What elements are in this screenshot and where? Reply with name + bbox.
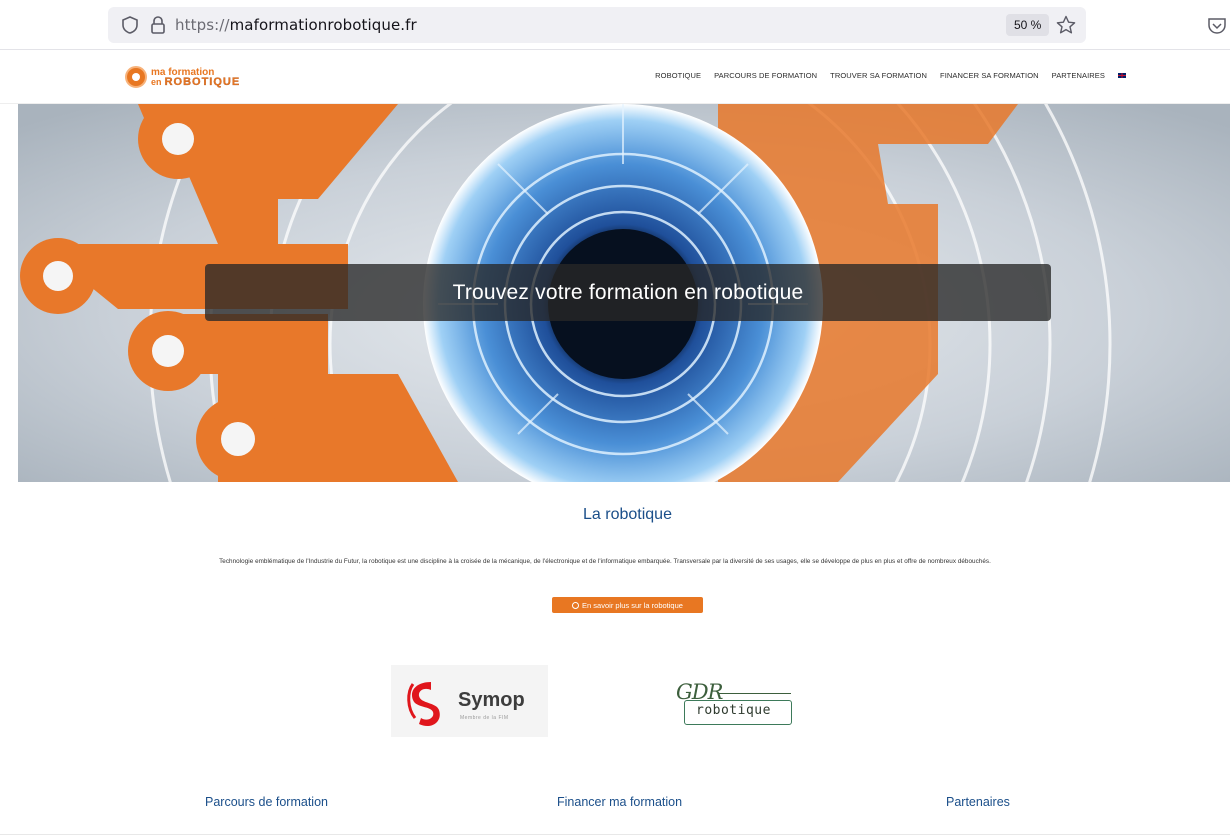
url-protocol: https:// — [175, 16, 230, 34]
gdr-robotique-logo[interactable]: GDR robotique — [676, 680, 794, 728]
section-title: La robotique — [583, 506, 672, 523]
site-logo[interactable]: ma formation en ROBOTIQUE — [125, 66, 240, 88]
nav-item-parcours[interactable]: PARCOURS DE FORMATION — [714, 71, 817, 80]
nav-item-partenaires[interactable]: PARTENAIRES — [1052, 71, 1105, 80]
learn-more-button[interactable]: En savoir plus sur la robotique — [552, 597, 703, 613]
main-nav: ROBOTIQUE PARCOURS DE FORMATION TROUVER … — [655, 71, 1126, 80]
footer-link-parcours[interactable]: Parcours de formation — [205, 795, 328, 809]
footer-link-partenaires[interactable]: Partenaires — [946, 795, 1010, 809]
browser-toolbar: https://maformationrobotique.fr 50 % — [0, 0, 1230, 50]
symop-subtitle: Membre de la FIM — [460, 715, 509, 721]
learn-more-label: En savoir plus sur la robotique — [582, 600, 683, 610]
lock-icon[interactable] — [149, 15, 167, 35]
pocket-icon[interactable] — [1206, 15, 1228, 37]
logo-line2-prefix: en — [151, 76, 162, 87]
gdr-logo-bottom: robotique — [696, 703, 771, 718]
page-divider — [0, 834, 1230, 835]
logo-mark-icon — [125, 66, 147, 88]
zoom-level-badge[interactable]: 50 % — [1006, 14, 1050, 36]
url-host: maformationrobotique.fr — [229, 16, 417, 34]
logo-text: ma formation en ROBOTIQUE — [151, 67, 241, 88]
gdr-logo-line — [718, 693, 791, 694]
nav-item-financer[interactable]: FINANCER SA FORMATION — [940, 71, 1039, 80]
address-bar[interactable]: https://maformationrobotique.fr 50 % — [108, 7, 1086, 43]
info-icon — [572, 601, 580, 609]
nav-item-trouver[interactable]: TROUVER SA FORMATION — [830, 71, 927, 80]
footer-link-financer[interactable]: Financer ma formation — [557, 795, 682, 809]
logo-line2: en ROBOTIQUE — [151, 75, 241, 88]
hero-caption-text: Trouvez votre formation en robotique — [452, 280, 804, 304]
symop-name: Symop — [458, 689, 525, 711]
logo-line2-main: ROBOTIQUE — [164, 75, 241, 88]
uk-flag-icon[interactable] — [1118, 73, 1126, 78]
site-header: ma formation en ROBOTIQUE ROBOTIQUE PARC… — [0, 50, 1230, 104]
shield-icon[interactable] — [120, 15, 140, 35]
hero-caption: Trouvez votre formation en robotique — [205, 264, 1051, 321]
url-text[interactable]: https://maformationrobotique.fr — [175, 16, 417, 34]
symop-s-icon — [407, 682, 440, 727]
symop-logo[interactable]: Symop Membre de la FIM — [391, 665, 548, 737]
hero-banner: Trouvez votre formation en robotique — [18, 104, 1230, 482]
star-icon[interactable] — [1055, 14, 1077, 36]
nav-item-robotique[interactable]: ROBOTIQUE — [655, 71, 701, 80]
intro-paragraph: Technologie emblématique de l'Industrie … — [219, 558, 991, 565]
